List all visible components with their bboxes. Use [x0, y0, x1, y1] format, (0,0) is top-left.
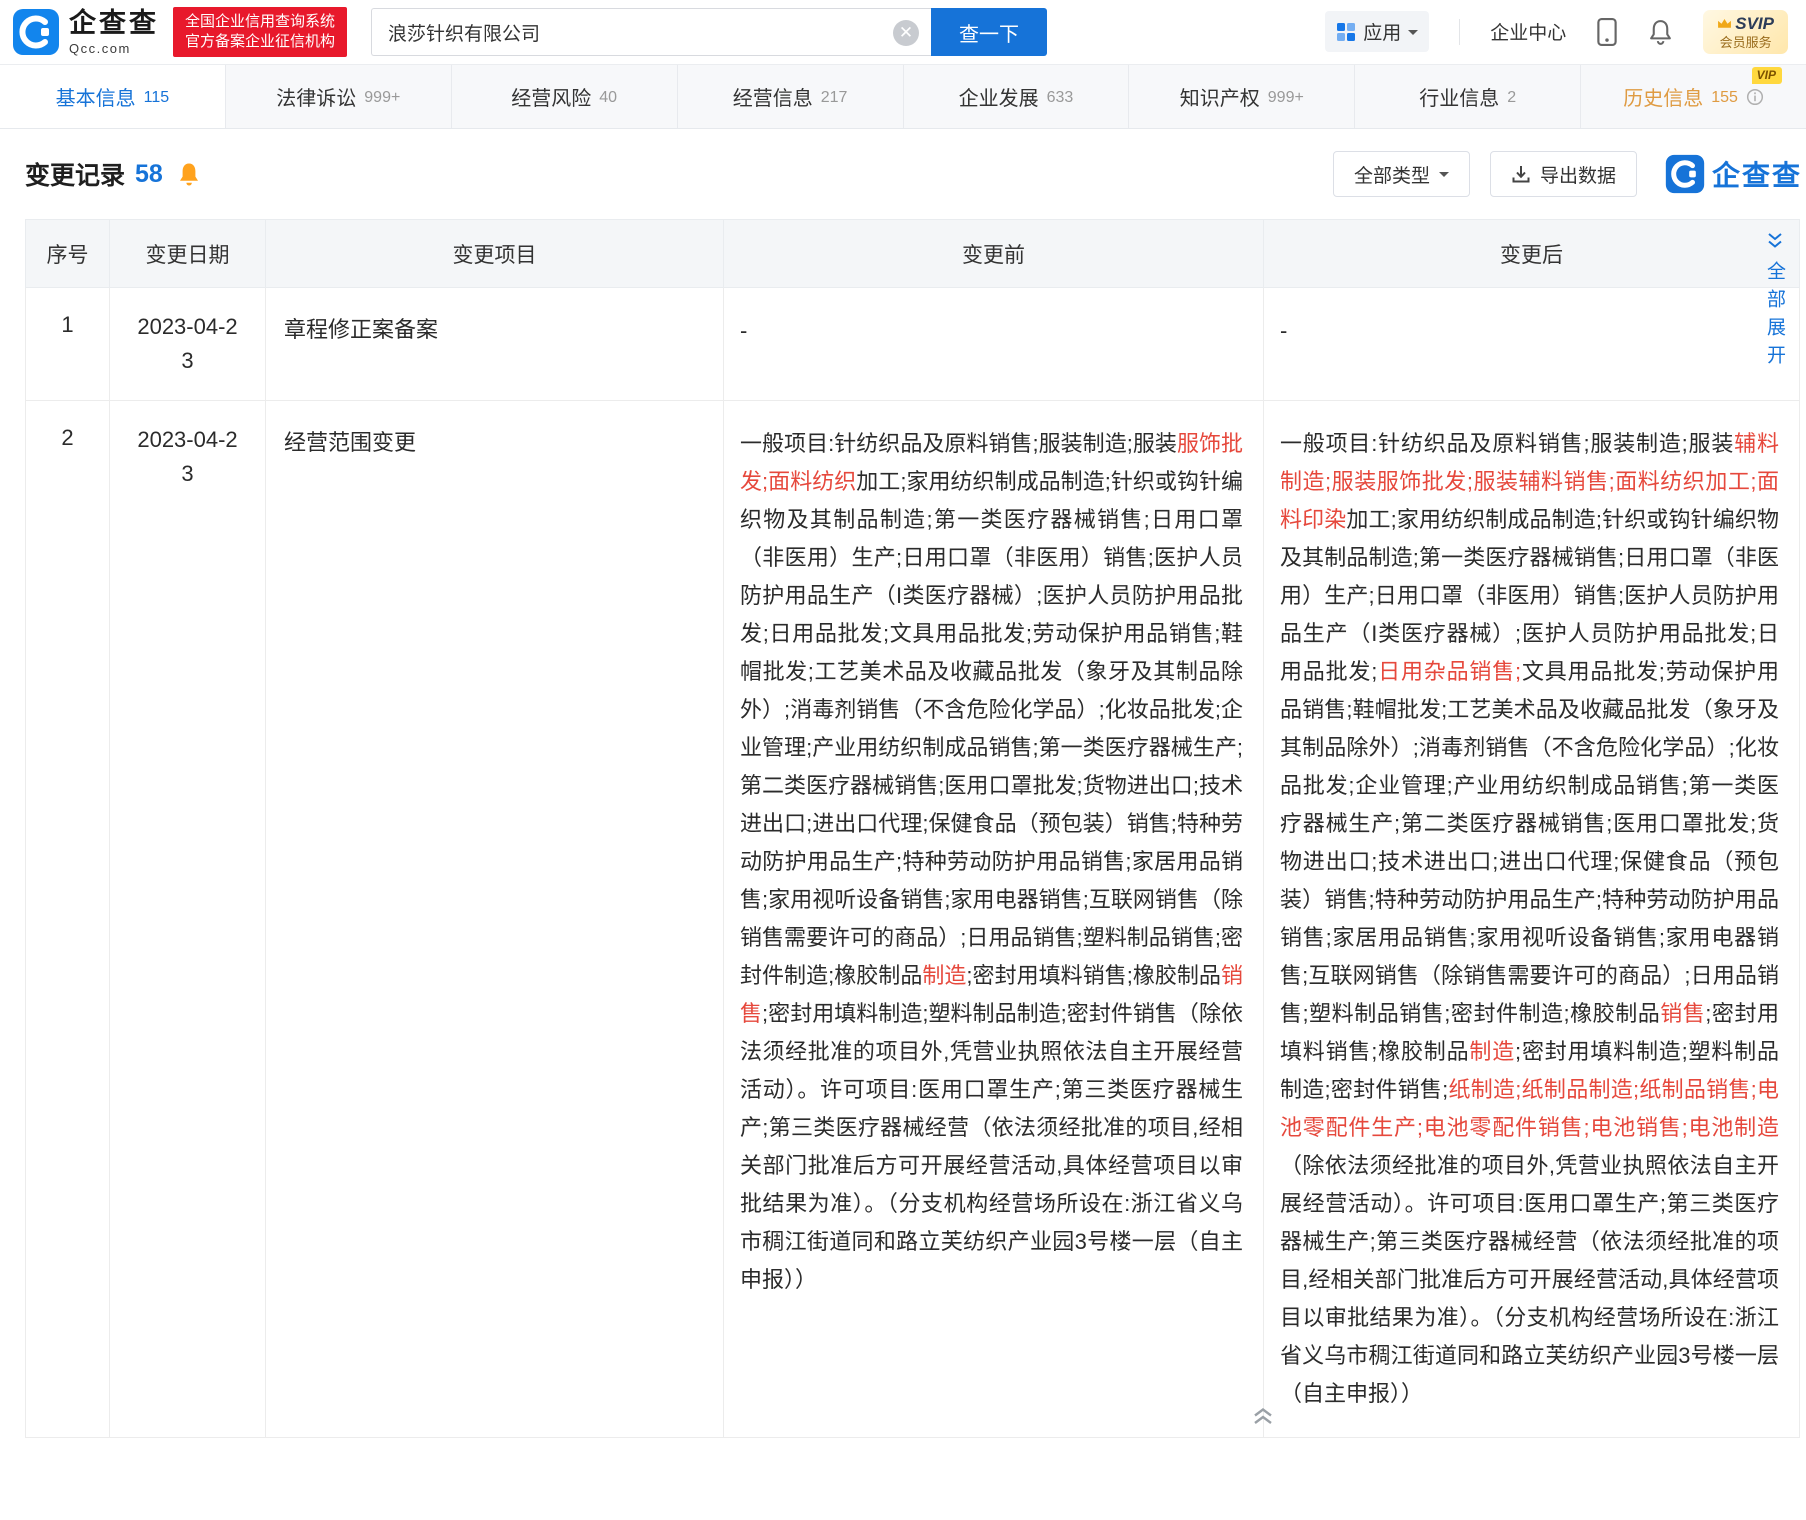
- header-nav: 应用 企业中心 SVIP 会员服务: [1325, 10, 1788, 54]
- monitor-bell-icon[interactable]: [177, 161, 201, 187]
- tab-operation-risk[interactable]: 经营风险 40: [452, 65, 678, 128]
- double-chevron-up-icon: [1249, 1405, 1277, 1427]
- cell-change-date: 2023-04-23: [110, 288, 266, 401]
- tab-label: 历史信息: [1623, 82, 1703, 111]
- qcc-logo-icon: [1665, 154, 1705, 194]
- tab-label: 基本信息: [56, 82, 136, 111]
- tab-label: 法律诉讼: [276, 82, 356, 111]
- section-count: 58: [135, 160, 163, 189]
- svip-badge[interactable]: SVIP 会员服务: [1703, 10, 1788, 54]
- tab-basic-info[interactable]: 基本信息 115: [0, 65, 226, 128]
- tab-count: 115: [144, 89, 170, 107]
- logo-name: 企查查: [69, 10, 159, 37]
- apps-label: 应用: [1363, 18, 1401, 45]
- qcc-logo[interactable]: 企查查 Qcc.com: [12, 8, 159, 56]
- tab-operation-info[interactable]: 经营信息 217: [678, 65, 904, 128]
- cell-serial: 1: [26, 288, 110, 401]
- table-row: 1 2023-04-23 章程修正案备案 - -: [26, 288, 1800, 401]
- detail-tabs: 基本信息 115 法律诉讼 999+ 经营风险 40 经营信息 217 企业发展…: [0, 64, 1806, 129]
- tab-label: 经营风险: [511, 82, 591, 111]
- vip-tag: VIP: [1752, 67, 1782, 84]
- cell-change-item: 经营范围变更: [266, 401, 724, 1438]
- main-content: 变更记录 58 全部类型 导出数据: [0, 129, 1806, 1438]
- tab-industry-info[interactable]: 行业信息 2: [1355, 65, 1581, 128]
- qcc-logo-icon: [12, 8, 60, 56]
- top-header: 企查查 Qcc.com 全国企业信用查询系统 官方备案企业征信机构 ✕ 查一下 …: [0, 0, 1806, 64]
- cell-change-item: 章程修正案备案: [266, 288, 724, 401]
- search-area: ✕ 查一下: [371, 8, 1047, 56]
- cell-change-date: 2023-04-23: [110, 401, 266, 1438]
- certification-badge: 全国企业信用查询系统 官方备案企业征信机构: [173, 7, 347, 57]
- qcc-logo-text: 企查查 Qcc.com: [69, 10, 159, 55]
- tab-count: 633: [1047, 89, 1074, 107]
- cell-after-change: -: [1264, 288, 1800, 401]
- certification-line1: 全国企业信用查询系统: [185, 12, 335, 32]
- search-input[interactable]: [372, 9, 931, 55]
- qcc-watermark-text: 企查查: [1712, 154, 1802, 194]
- apps-grid-icon: [1336, 22, 1356, 42]
- tab-label: 经营信息: [733, 82, 813, 111]
- cell-before-change: -: [724, 288, 1264, 401]
- header-after-change: 变更后: [1264, 220, 1800, 288]
- nav-divider: [1459, 19, 1460, 45]
- expand-all-label: 全部展开: [1761, 261, 1788, 373]
- tab-count: 217: [821, 89, 848, 107]
- expand-all-control[interactable]: 全部展开: [1761, 231, 1788, 373]
- tab-label: 行业信息: [1419, 82, 1499, 111]
- download-icon: [1511, 164, 1531, 184]
- header-serial: 序号: [26, 220, 110, 288]
- search-button[interactable]: 查一下: [931, 8, 1047, 56]
- tab-count: 40: [599, 89, 617, 107]
- header-change-item: 变更项目: [266, 220, 724, 288]
- info-icon[interactable]: [1746, 88, 1764, 106]
- svip-subtitle: 会员服务: [1720, 36, 1772, 50]
- enterprise-center-link[interactable]: 企业中心: [1490, 18, 1566, 45]
- crown-icon: [1717, 18, 1732, 29]
- tab-label: 知识产权: [1180, 82, 1260, 111]
- qcc-watermark-logo: 企查查: [1665, 154, 1802, 194]
- chevron-down-icon: [1408, 30, 1418, 40]
- tab-enterprise-development[interactable]: 企业发展 633: [904, 65, 1130, 128]
- logo-domain: Qcc.com: [69, 42, 159, 55]
- tab-count: 999+: [364, 89, 400, 107]
- tab-count: 999+: [1268, 89, 1304, 107]
- mobile-app-icon[interactable]: [1596, 18, 1618, 46]
- header-change-date: 变更日期: [110, 220, 266, 288]
- tab-intellectual-property[interactable]: 知识产权 999+: [1129, 65, 1355, 128]
- apps-menu[interactable]: 应用: [1325, 11, 1429, 52]
- export-data-button[interactable]: 导出数据: [1490, 151, 1637, 197]
- tab-legal-litigation[interactable]: 法律诉讼 999+: [226, 65, 452, 128]
- change-records-table: 全部展开 序号 变更日期 变更项目 变更前 变更后 1 2023-04-23: [25, 219, 1800, 1438]
- chevron-down-icon: [1439, 172, 1449, 182]
- certification-line2: 官方备案企业征信机构: [185, 32, 335, 52]
- double-chevron-down-icon: [1765, 231, 1785, 251]
- notifications-bell-icon[interactable]: [1648, 18, 1673, 45]
- clear-search-icon[interactable]: ✕: [893, 20, 919, 46]
- tab-label: 企业发展: [959, 82, 1039, 111]
- cell-serial: 2: [26, 401, 110, 1438]
- tab-count: 155: [1711, 89, 1738, 107]
- table-row: 2 2023-04-23 经营范围变更 一般项目:针纺织品及原料销售;服装制造;…: [26, 401, 1800, 1438]
- cell-before-change: 一般项目:针纺织品及原料销售;服装制造;服装服饰批发;面料纺织加工;家用纺织制成…: [724, 401, 1264, 1438]
- tab-count: 2: [1507, 89, 1516, 107]
- filter-type-label: 全部类型: [1354, 161, 1430, 188]
- search-box: ✕: [371, 8, 931, 56]
- change-records-header: 变更记录 58 全部类型 导出数据: [25, 129, 1802, 219]
- table-header-row: 序号 变更日期 变更项目 变更前 变更后: [26, 220, 1800, 288]
- svip-title: SVIP: [1735, 15, 1774, 33]
- section-actions: 全部类型 导出数据 企查查: [1333, 151, 1802, 197]
- cell-after-change: 一般项目:针纺织品及原料销售;服装制造;服装辅料制造;服装服饰批发;服装辅料销售…: [1264, 401, 1800, 1438]
- tab-history-info[interactable]: VIP 历史信息 155: [1581, 65, 1806, 128]
- export-data-label: 导出数据: [1540, 161, 1616, 188]
- header-before-change: 变更前: [724, 220, 1264, 288]
- section-title: 变更记录: [25, 156, 125, 192]
- collapse-control[interactable]: [1249, 1405, 1277, 1432]
- filter-type-button[interactable]: 全部类型: [1333, 151, 1470, 197]
